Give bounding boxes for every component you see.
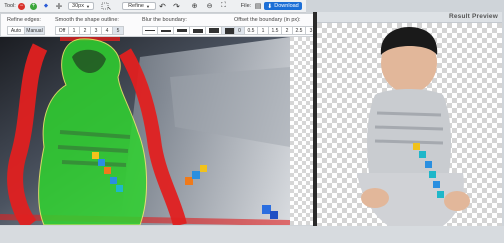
brush-size-value: 30px xyxy=(72,3,84,9)
save-icon[interactable]: ▤ xyxy=(254,2,262,10)
chevron-down-icon: ▼ xyxy=(85,3,90,9)
offset-option[interactable]: 2 xyxy=(282,26,293,35)
pan-tool-icon[interactable]: ✛ xyxy=(54,2,64,11)
blur-level-option[interactable] xyxy=(174,26,190,35)
smooth-outline-label: Smooth the shape outline: xyxy=(55,17,119,23)
smooth-option[interactable]: 2 xyxy=(80,26,91,35)
zoom-in-icon[interactable]: ⊕ xyxy=(190,2,199,10)
hair-brush-tool-icon[interactable] xyxy=(98,2,114,10)
smooth-outline-selector: Off 1 2 3 4 5 xyxy=(55,26,124,35)
result-preview-panel: Result Preview xyxy=(317,12,502,230)
refine-edges-manual[interactable]: Manual xyxy=(25,26,45,35)
fit-to-screen-icon[interactable]: ⛶ xyxy=(219,2,228,10)
refine-edges-label: Refine edges: xyxy=(7,17,41,23)
blur-level-option[interactable] xyxy=(158,26,174,35)
keep-marker-tool-icon[interactable]: + xyxy=(30,2,37,10)
blur-boundary-label: Blur the boundary: xyxy=(142,17,187,23)
refine-label: Refine xyxy=(128,3,144,9)
file-label: File: xyxy=(240,3,252,9)
chevron-down-icon: ▼ xyxy=(145,3,150,9)
blur-level-option[interactable] xyxy=(206,26,222,35)
zoom-out-icon[interactable]: ⊖ xyxy=(205,2,214,10)
offset-boundary-label: Offset the boundary (in px): xyxy=(234,17,301,23)
result-preview-image[interactable] xyxy=(317,23,502,230)
blur-level-option[interactable] xyxy=(142,26,158,35)
blur-boundary-selector xyxy=(142,26,238,35)
offset-option[interactable]: 2.5 xyxy=(293,26,306,35)
smooth-option[interactable]: 3 xyxy=(91,26,102,35)
smooth-option[interactable]: 4 xyxy=(102,26,113,35)
offset-option[interactable]: 1.5 xyxy=(269,26,282,35)
result-preview-title: Result Preview xyxy=(448,13,498,20)
top-toolbar: Tool: − + ◆ ✛ 30px ▼ Refine ▼ ↶ ↷ ⊕ ⊖ ⛶ Fi… xyxy=(0,0,306,13)
editing-canvas[interactable] xyxy=(0,37,290,225)
result-preview-header: Result Preview xyxy=(317,12,502,23)
refine-options-panel: Refine edges: Auto Manual Smooth the sha… xyxy=(0,13,336,37)
marked-photo xyxy=(0,37,290,225)
blur-level-option[interactable] xyxy=(190,26,206,35)
offset-option[interactable]: 0 xyxy=(234,26,245,35)
remove-marker-tool-icon[interactable]: − xyxy=(18,2,25,10)
download-button[interactable]: ⬇ Download xyxy=(264,2,302,10)
undo-icon[interactable]: ↶ xyxy=(158,2,167,11)
download-icon: ⬇ xyxy=(267,3,273,10)
refine-edges-auto[interactable]: Auto xyxy=(7,26,25,35)
download-label: Download xyxy=(274,3,299,9)
transparency-strip xyxy=(290,37,314,225)
tool-label: Tool: xyxy=(4,3,16,9)
refine-select[interactable]: Refine ▼ xyxy=(122,2,156,10)
background-eraser-app: Tool: − + ◆ ✛ 30px ▼ Refine ▼ ↶ ↷ ⊕ ⊖ ⛶ Fi… xyxy=(0,0,504,243)
offset-option[interactable]: 0.5 xyxy=(245,26,258,35)
redo-icon[interactable]: ↷ xyxy=(172,2,181,11)
brush-size-select[interactable]: 30px ▼ xyxy=(68,2,94,10)
bottom-bar xyxy=(0,226,504,243)
smooth-option[interactable]: 1 xyxy=(69,26,80,35)
offset-option[interactable]: 1 xyxy=(258,26,269,35)
smooth-option[interactable]: Off xyxy=(55,26,69,35)
smooth-option[interactable]: 5 xyxy=(113,26,124,35)
refine-edges-toggle: Auto Manual xyxy=(7,26,45,35)
eraser-tool-icon[interactable]: ◆ xyxy=(43,2,49,10)
